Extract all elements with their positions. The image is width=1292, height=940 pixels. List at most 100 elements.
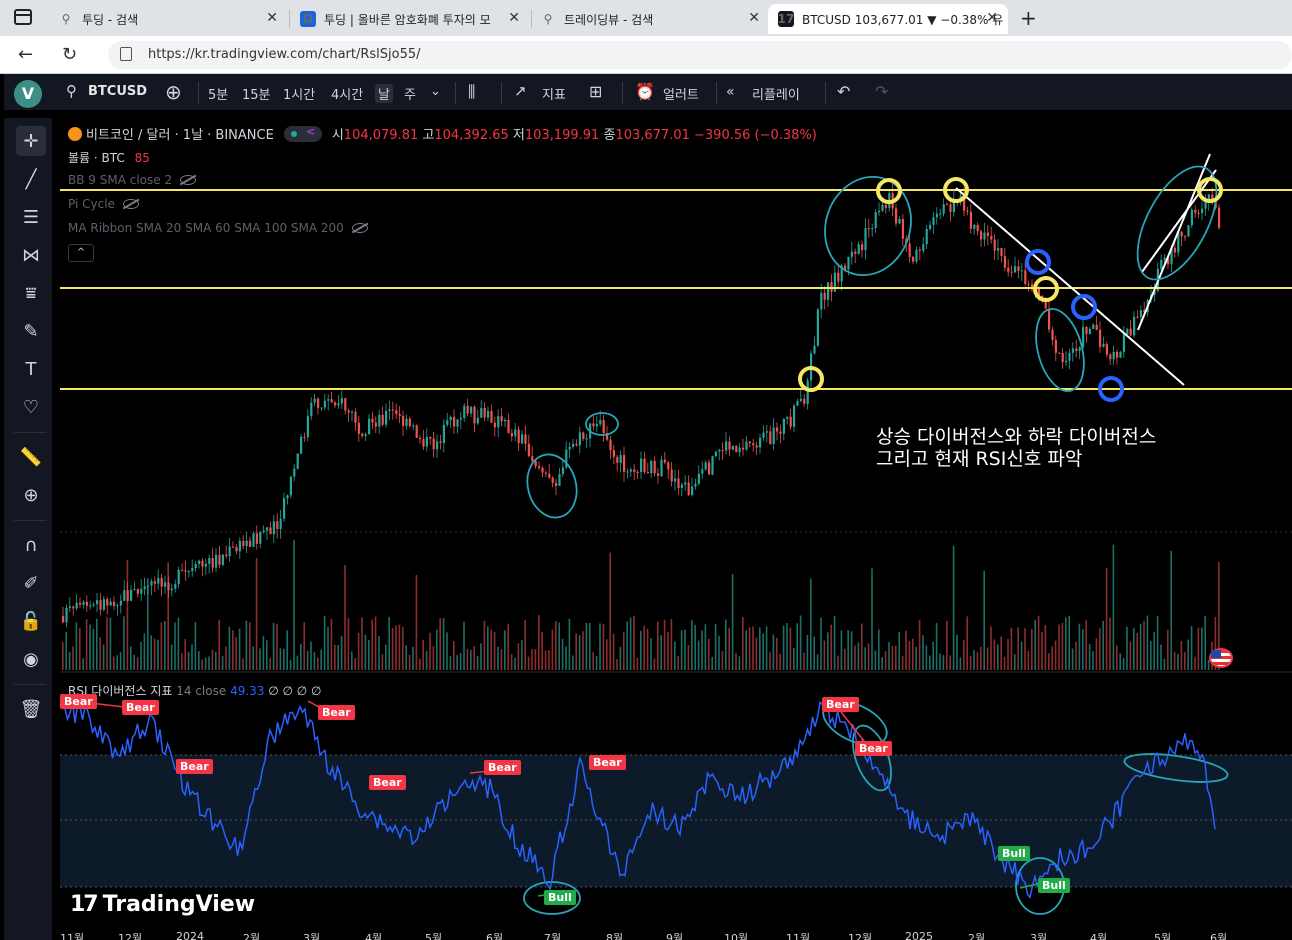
indicators-icon[interactable]: ↗ xyxy=(514,82,527,100)
zoom-in-icon[interactable]: ⊕ xyxy=(16,480,46,510)
interval-1h[interactable]: 1시간 xyxy=(283,84,315,103)
interval-5m[interactable]: 5분 xyxy=(208,84,228,103)
candle-body xyxy=(164,582,167,587)
volume-bar xyxy=(575,633,577,670)
volume-bar xyxy=(1153,632,1155,670)
url-field[interactable]: https://kr.tradingview.com/chart/RslSjo5… xyxy=(108,41,1292,69)
candle-body xyxy=(476,417,479,424)
candle-body xyxy=(759,437,762,448)
volume-bar xyxy=(1014,654,1016,670)
candle-type-icon[interactable]: ⫼ xyxy=(468,82,475,102)
volume-bar xyxy=(1204,616,1206,670)
pi-cycle-legend[interactable]: Pi Cycle xyxy=(68,197,139,211)
symbol-search[interactable]: BTCUSD xyxy=(88,84,147,99)
candle-body xyxy=(242,540,245,546)
collapse-legend-button[interactable]: ^ xyxy=(68,244,94,262)
volume-bar xyxy=(810,578,812,670)
reload-icon[interactable]: ↻ xyxy=(62,44,77,65)
eye-off-icon[interactable] xyxy=(180,175,197,185)
user-avatar[interactable]: V xyxy=(14,80,42,108)
volume-bar xyxy=(599,623,601,670)
trash-icon[interactable]: 🗑 xyxy=(16,694,46,724)
new-tab-button[interactable]: + xyxy=(1020,6,1037,30)
eye-icon[interactable]: ◉ xyxy=(16,644,46,674)
candle-body xyxy=(623,455,626,472)
interval-1w[interactable]: 주 xyxy=(404,84,416,103)
redo-icon[interactable]: ↷ xyxy=(875,82,888,101)
eye-off-icon[interactable] xyxy=(122,199,139,209)
layouts-grid-icon[interactable]: ⊞ xyxy=(589,82,602,101)
brush-icon[interactable]: ✎ xyxy=(16,316,46,346)
interval-1d[interactable]: 날 xyxy=(375,84,393,103)
rsi-value: 49.33 xyxy=(230,684,265,698)
back-arrow-icon[interactable]: ← xyxy=(18,44,33,65)
symbol-title[interactable]: 비트코인 / 달러 · 1날 · BINANCE xyxy=(86,128,274,143)
replay-button[interactable]: 리플레이 xyxy=(752,84,800,103)
ma-ribbon-legend[interactable]: MA Ribbon SMA 20 SMA 60 SMA 100 SMA 200 xyxy=(68,221,368,235)
bear-signal-label: Bear xyxy=(60,694,97,709)
browser-tab-3[interactable]: ⚲ 트레이딩뷰 - 검색 ✕ xyxy=(530,4,770,34)
volume-bar xyxy=(337,644,339,670)
volume-bar xyxy=(436,629,438,670)
close-icon[interactable]: ✕ xyxy=(986,10,998,26)
browser-tab-2[interactable]: D 투딩 | 올바른 암호화폐 투자의 모 ✕ xyxy=(290,4,530,34)
volume-legend[interactable]: 볼륨 · BTC 85 xyxy=(68,149,150,166)
chart-canvas[interactable] xyxy=(60,118,1292,940)
volume-bar xyxy=(844,648,846,670)
crosshair-icon[interactable]: ✛ xyxy=(16,126,46,156)
alarm-clock-icon[interactable]: ⏰ xyxy=(635,82,655,101)
candle-body xyxy=(895,208,898,224)
search-icon[interactable]: ⚲ xyxy=(66,82,77,100)
rsi-legend[interactable]: RSI 다이버전스 지표 14 close 49.33 ∅ ∅ ∅ ∅ xyxy=(68,682,322,699)
candle-body xyxy=(1092,324,1095,329)
interval-4h[interactable]: 4시간 xyxy=(331,84,363,103)
chart-area[interactable]: 비트코인 / 달러 · 1날 · BINANCE 시104,079.81 고104… xyxy=(60,118,1292,940)
trendline-icon[interactable]: ╱ xyxy=(16,164,46,194)
browser-tab-1[interactable]: ⚲ 투딩 - 검색 ✕ xyxy=(48,4,288,34)
close-icon[interactable]: ✕ xyxy=(508,10,520,26)
lock-pencil-icon[interactable]: ✐ xyxy=(16,568,46,598)
lock-icon[interactable]: 🔓 xyxy=(16,606,46,636)
volume-bar xyxy=(524,620,526,670)
text-icon[interactable]: T xyxy=(16,354,46,384)
volume-bar xyxy=(157,639,159,670)
annotation-text[interactable]: 상승 다이버전스와 하락 다이버전스 그리고 현재 RSI신호 파악 xyxy=(876,426,1156,470)
candle-body xyxy=(334,402,337,406)
close-icon[interactable]: ✕ xyxy=(266,10,278,26)
candle-body xyxy=(412,425,415,427)
indicators-button[interactable]: 지표 xyxy=(542,84,566,103)
volume-bar xyxy=(160,622,163,670)
heart-icon[interactable]: ♡ xyxy=(16,392,46,422)
forecast-icon[interactable]: ⩸ xyxy=(16,278,46,308)
interval-15m[interactable]: 15분 xyxy=(242,84,271,103)
browser-tab-active[interactable]: 17 BTCUSD 103,677.01 ▼ −0.38% 유 ✕ xyxy=(768,4,1008,34)
candle-body xyxy=(935,213,938,218)
undo-icon[interactable]: ↶ xyxy=(837,82,850,101)
chevron-down-icon[interactable]: ⌄ xyxy=(430,84,441,99)
candle-body xyxy=(561,467,564,475)
close-icon[interactable]: ✕ xyxy=(748,10,760,26)
fib-retracement-icon[interactable]: ☰ xyxy=(16,202,46,232)
bb-indicator-legend[interactable]: BB 9 SMA close 2 xyxy=(68,173,197,187)
toolbar-divider xyxy=(198,82,199,104)
candle-body xyxy=(684,482,687,485)
magnet-icon[interactable]: ∩ xyxy=(16,530,46,560)
market-status-badge[interactable] xyxy=(283,125,322,142)
candle-body xyxy=(157,577,160,584)
indicator-name: MA Ribbon SMA 20 SMA 60 SMA 100 SMA 200 xyxy=(68,221,344,235)
volume-bar xyxy=(92,628,95,670)
volume-bar xyxy=(113,656,115,670)
candle-body xyxy=(109,601,112,606)
alert-button[interactable]: 얼러트 xyxy=(663,84,699,103)
compare-plus-icon[interactable]: ⊕ xyxy=(165,80,182,104)
pattern-icon[interactable]: ⋈ xyxy=(16,240,46,270)
replay-icon[interactable]: « xyxy=(726,84,735,100)
sidebar-toggle-icon[interactable] xyxy=(14,9,32,25)
eye-off-icon[interactable] xyxy=(351,223,368,233)
ruler-icon[interactable]: 📏 xyxy=(16,442,46,472)
volume-bar xyxy=(677,655,679,670)
candle-body xyxy=(340,398,343,404)
volume-bar xyxy=(272,622,275,670)
us-flag-event-icon[interactable] xyxy=(1209,648,1233,668)
volume-bar xyxy=(96,618,98,670)
